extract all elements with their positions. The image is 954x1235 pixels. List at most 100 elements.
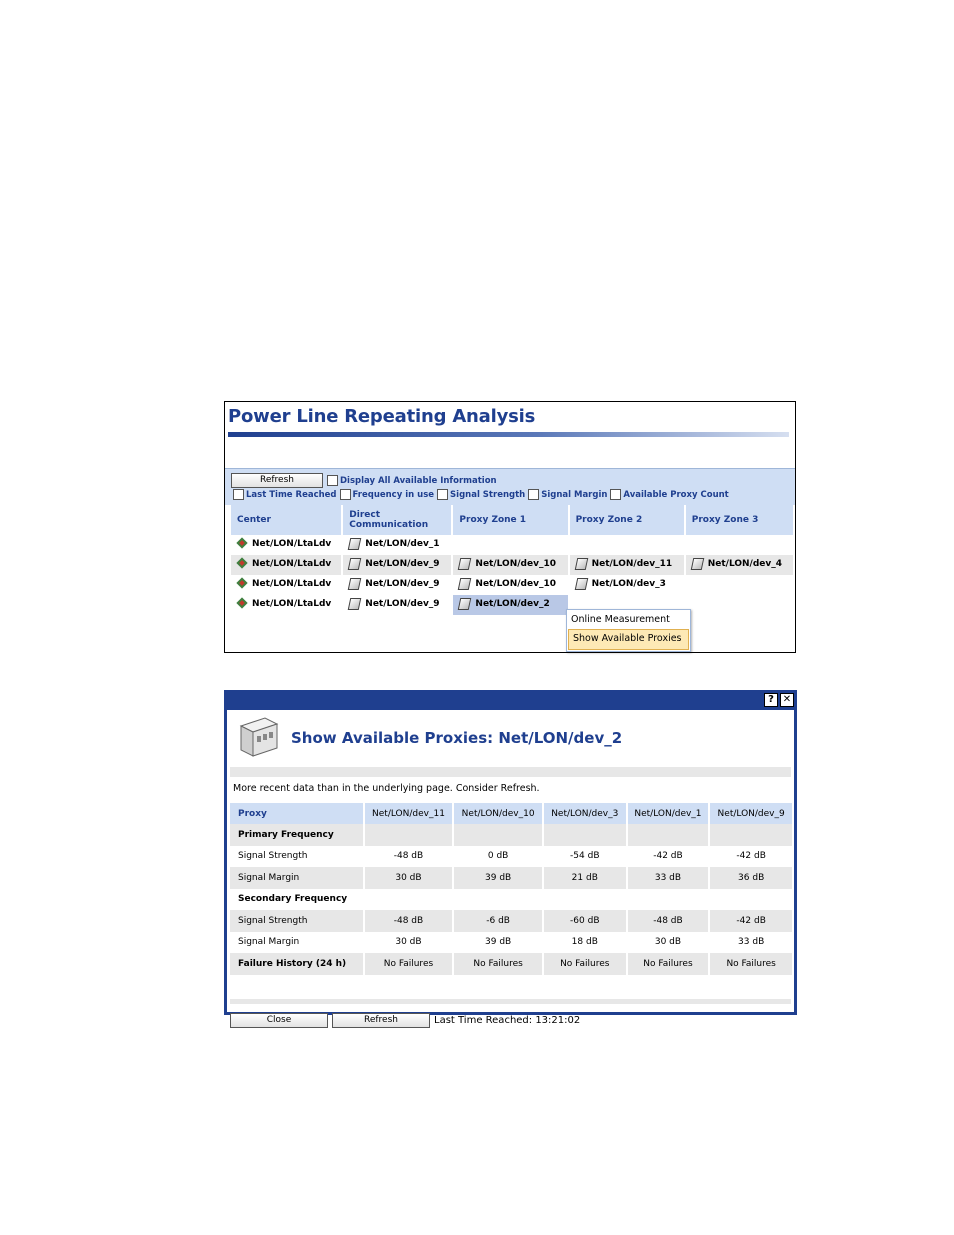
device-cell[interactable]: Net/LON/dev_3 [568,575,686,595]
value-cell: No Failures [453,953,544,975]
value-cell: 39 dB [453,867,544,889]
last-time-reached-label: Last Time Reached [246,489,337,500]
row-label: Signal Margin [230,867,365,889]
empty-cell [542,824,628,846]
device-cell[interactable]: Net/LON/dev_9 [342,595,454,615]
device-icon [458,577,472,590]
cell-text: Net/LON/dev_10 [475,558,556,569]
value-cell: 33 dB [709,931,794,953]
table-row: Net/LON/LtaLdv Net/LON/dev_9 Net/LON/dev… [231,575,796,595]
table-row: Net/LON/LtaLdv Net/LON/dev_9 Net/LON/dev… [231,595,796,615]
col-center: Center [231,505,344,535]
row-label: Signal Strength [230,845,365,867]
menu-item-show-available-proxies[interactable]: Show Available Proxies [568,629,689,650]
refresh-button[interactable]: Refresh [332,1013,430,1028]
center-device-icon [237,558,248,569]
refresh-note: More recent data than in the underlying … [233,783,540,794]
center-device-icon [237,598,248,609]
refresh-button[interactable]: Refresh [231,473,323,488]
cell-text: Net/LON/dev_2 [475,598,550,609]
display-all-checkbox[interactable] [327,475,338,486]
available-proxy-count-checkbox[interactable] [610,489,622,500]
value-cell: 21 dB [542,867,628,889]
center-cell[interactable]: Net/LON/LtaLdv [231,555,344,575]
empty-cell [684,535,796,555]
last-time-reached: Last Time Reached: 13:21:02 [434,1015,581,1026]
cell-text: Net/LON/dev_4 [707,558,783,569]
dialog-title: Show Available Proxies: Net/LON/dev_2 [291,729,623,747]
device-cell[interactable]: Net/LON/dev_1 [342,535,454,555]
device-cell[interactable]: Net/LON/dev_9 [342,575,454,595]
dialog-body: Show Available Proxies: Net/LON/dev_2 Mo… [227,710,794,1028]
device-icon [458,557,472,570]
device-icon [574,577,588,590]
available-proxy-count-label: Available Proxy Count [623,489,729,500]
selected-device-cell[interactable]: Net/LON/dev_2 [452,595,570,615]
divider [230,767,791,777]
col-proxy-zone-3: Proxy Zone 3 [684,505,796,535]
value-cell: 18 dB [542,931,628,953]
value-cell: 39 dB [453,931,544,953]
empty-cell [453,888,544,910]
col-proxy-zone-1: Proxy Zone 1 [452,505,570,535]
col-proxy-name: Net/LON/dev_3 [542,803,628,824]
cell-text: Net/LON/dev_10 [475,578,556,589]
value-cell: -54 dB [542,845,628,867]
device-module-icon [239,717,279,757]
col-proxy: Proxy [230,803,365,824]
col-proxy-name: Net/LON/dev_10 [453,803,544,824]
frequency-in-use-checkbox[interactable] [339,489,351,500]
value-cell: -42 dB [626,845,711,867]
value-cell: 36 dB [709,867,794,889]
value-cell: -48 dB [363,845,455,867]
value-cell: 0 dB [453,845,544,867]
value-cell: 30 dB [363,931,455,953]
empty-cell [684,575,796,595]
row-label: Signal Margin [230,931,365,953]
device-cell[interactable]: Net/LON/dev_10 [452,555,570,575]
divider [230,999,791,1004]
menu-item-online-measurement[interactable]: Online Measurement [567,610,690,629]
table-row: Secondary Frequency [230,888,794,910]
device-icon [348,537,362,550]
empty-cell [453,824,544,846]
value-cell: 30 dB [626,931,711,953]
device-cell[interactable]: Net/LON/dev_4 [684,555,796,575]
frequency-in-use-label: Frequency in use [352,489,435,500]
table-row: Net/LON/LtaLdv Net/LON/dev_9 Net/LON/dev… [231,555,796,575]
col-direct-communication: Direct Communication [342,505,454,535]
close-button[interactable]: Close [230,1013,328,1028]
device-cell[interactable]: Net/LON/dev_10 [452,575,570,595]
cell-text: Net/LON/dev_11 [591,558,673,569]
table-header: Center Direct Communication Proxy Zone 1 … [231,505,796,535]
signal-margin-checkbox[interactable] [528,489,540,500]
signal-strength-checkbox[interactable] [437,489,449,500]
cell-text: Net/LON/dev_1 [365,538,440,549]
help-icon[interactable]: ? [764,693,778,707]
dialog-titlebar-controls: ? ✕ [764,693,794,707]
device-icon [348,557,362,570]
center-cell[interactable]: Net/LON/LtaLdv [231,595,344,615]
device-icon [458,597,472,610]
value-cell: 30 dB [363,867,455,889]
row-label: Failure History (24 h) [230,953,365,975]
display-all-label: Display All Available Information [340,475,497,486]
close-icon[interactable]: ✕ [780,693,794,707]
value-cell: -60 dB [542,910,628,932]
device-icon [348,577,362,590]
empty-cell [709,824,794,846]
center-cell[interactable]: Net/LON/LtaLdv [231,535,344,555]
context-menu: Online Measurement Show Available Proxie… [566,609,691,652]
center-cell[interactable]: Net/LON/LtaLdv [231,575,344,595]
device-cell[interactable]: Net/LON/dev_9 [342,555,454,575]
device-cell[interactable]: Net/LON/dev_11 [568,555,686,575]
value-cell: No Failures [626,953,711,975]
device-icon [690,557,705,570]
value-cell: -42 dB [709,845,794,867]
last-time-reached-checkbox[interactable] [233,489,244,500]
cell-text: Net/LON/LtaLdv [252,598,332,609]
table-row: Net/LON/LtaLdv Net/LON/dev_1 [231,535,796,555]
repeating-analysis-panel: Power Line Repeating Analysis Refresh Di… [224,401,796,653]
value-cell: -48 dB [626,910,711,932]
table-header: Proxy Net/LON/dev_11 Net/LON/dev_10 Net/… [230,803,794,824]
